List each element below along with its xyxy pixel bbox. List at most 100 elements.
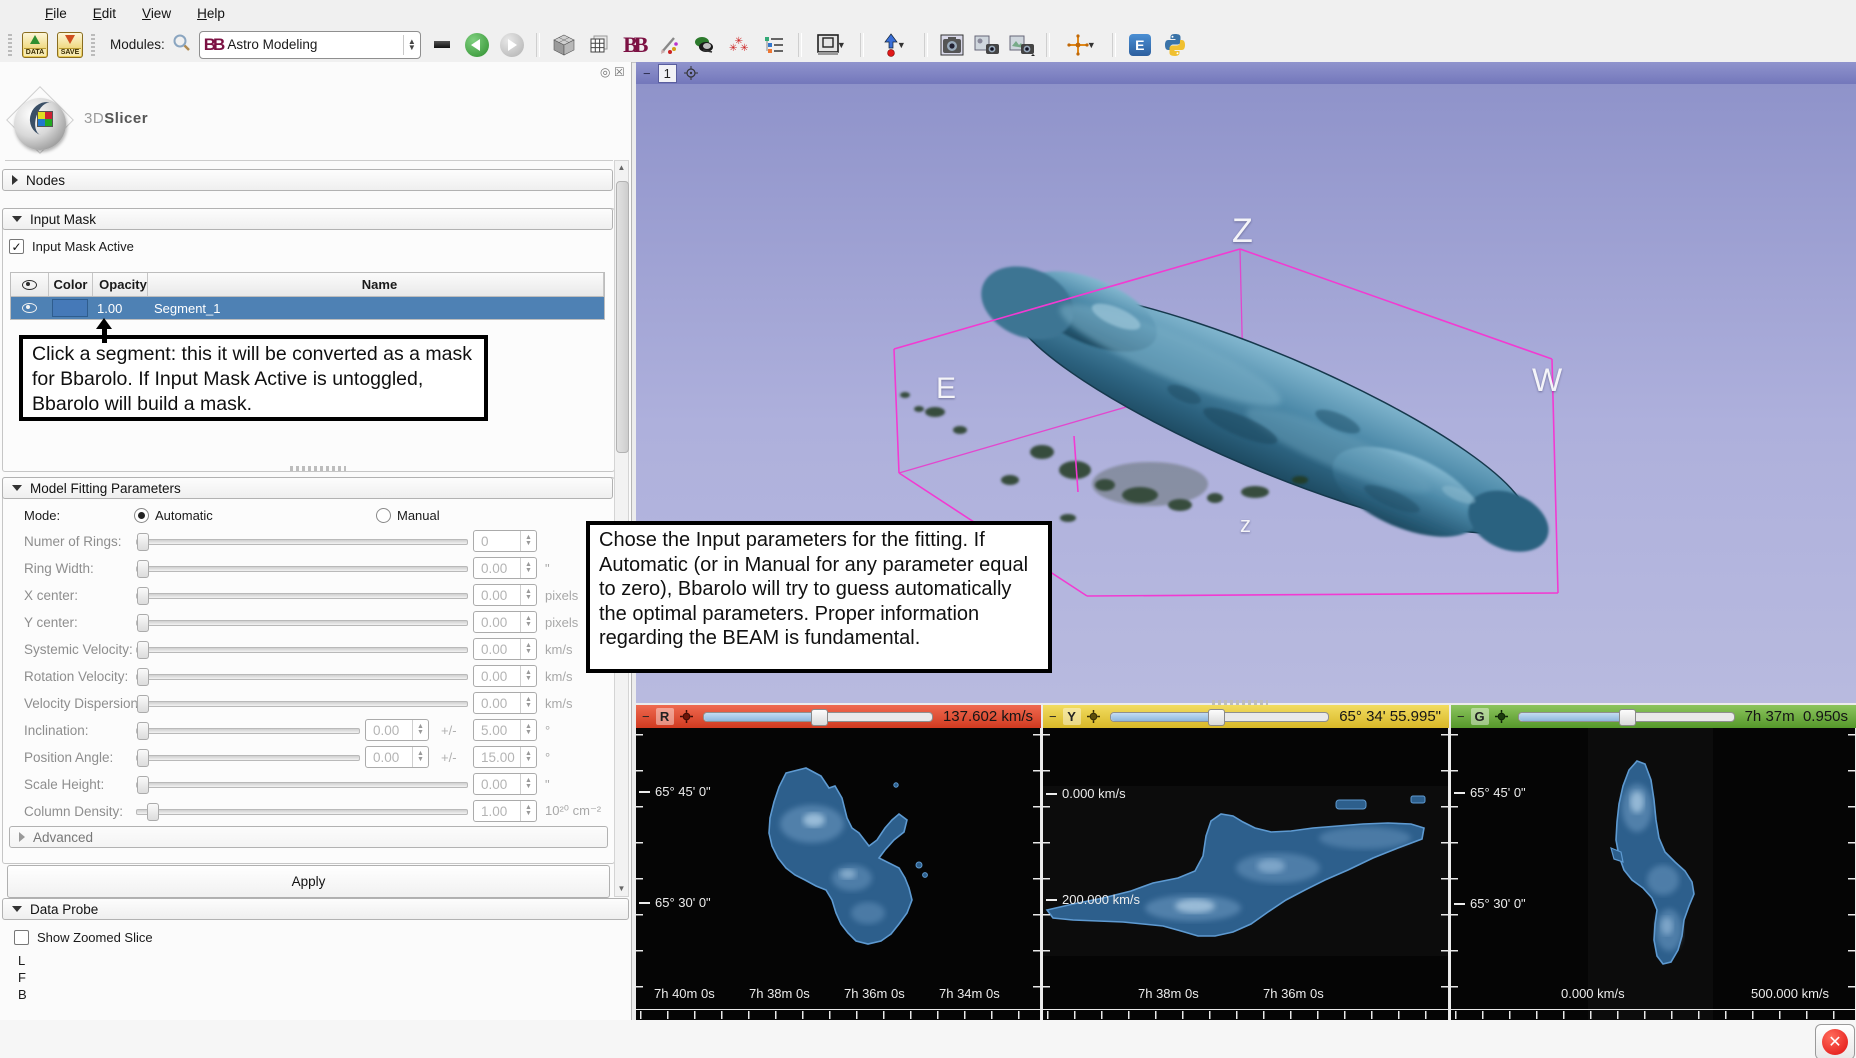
toolbar-drag-handle[interactable] <box>8 34 12 56</box>
module-search-icon[interactable] <box>172 33 192 56</box>
param-spinbox[interactable]: 5.00▲▼ <box>473 719 537 741</box>
module-back-button[interactable] <box>463 31 491 59</box>
save-data-button[interactable]: SAVE <box>56 31 84 59</box>
param-spinbox[interactable]: 0▲▼ <box>473 530 537 552</box>
slice-view-green[interactable]: − G 7h 37m 0.950s 65° 45' 0" 65 <box>1451 705 1856 1020</box>
extensions-manager-button[interactable]: E <box>1126 31 1154 59</box>
param-spinbox[interactable]: 0.00▲▼ <box>473 584 537 606</box>
param-slider[interactable] <box>136 755 360 761</box>
param-spinbox[interactable]: 0.00▲▼ <box>473 557 537 579</box>
slice-red-canvas[interactable]: 65° 45' 0" 65° 30' 0" 7h 40m 0s 7h 38m 0… <box>636 728 1041 1020</box>
slice-green-canvas[interactable]: 65° 45' 0" 65° 30' 0" 0.000 km/s 500.000… <box>1451 728 1856 1020</box>
view-pin-icon[interactable]: − <box>643 66 651 81</box>
slider-knob[interactable] <box>1208 709 1225 726</box>
param-slider[interactable] <box>136 647 468 653</box>
crosshair-button[interactable]: ▼ <box>1060 31 1102 59</box>
history-menu-button[interactable] <box>428 31 456 59</box>
scrollbar-thumb[interactable] <box>616 181 629 453</box>
color-column-header[interactable]: Color <box>49 273 93 296</box>
name-column-header[interactable]: Name <box>148 273 604 296</box>
param-slider[interactable] <box>136 566 468 572</box>
param-spinbox[interactable]: 0.00▲▼ <box>473 692 537 714</box>
view-pin-icon[interactable]: − <box>642 709 650 724</box>
param-spinbox[interactable]: 0.00▲▼ <box>473 638 537 660</box>
input-mask-section-header[interactable]: Input Mask <box>2 208 613 230</box>
param-slider[interactable] <box>136 728 360 734</box>
scroll-up-icon[interactable]: ▲ <box>615 161 628 175</box>
restore-scene-view-button[interactable] <box>1008 31 1036 59</box>
slider-knob[interactable] <box>811 709 828 726</box>
param-spinbox[interactable]: 0.00▲▼ <box>473 773 537 795</box>
slider-knob[interactable] <box>1619 709 1636 726</box>
param-slider[interactable] <box>136 674 468 680</box>
param-slider[interactable] <box>136 782 468 788</box>
apply-button[interactable]: Apply <box>7 865 610 898</box>
python-console-button[interactable] <box>1161 31 1189 59</box>
param-spinbox[interactable]: 0.00▲▼ <box>365 719 429 741</box>
slice-offset-slider[interactable] <box>703 712 933 722</box>
eye-icon[interactable] <box>22 303 37 313</box>
view-pin-icon[interactable]: − <box>1049 709 1057 724</box>
param-spinbox[interactable]: 15.00▲▼ <box>473 746 537 768</box>
param-slider[interactable] <box>136 593 468 599</box>
slice-yellow-canvas[interactable]: 0.000 km/s 200.000 km/s 7h 38m 0s 7h 36m… <box>1043 728 1449 1020</box>
model-fitting-section-header[interactable]: Model Fitting Parameters <box>2 477 613 499</box>
param-slider[interactable] <box>136 539 468 545</box>
view-crosshair-icon[interactable] <box>684 66 698 80</box>
scene-view-button[interactable] <box>973 31 1001 59</box>
close-button[interactable]: ✕ <box>1815 1024 1855 1058</box>
toolbar-drag-handle[interactable] <box>91 34 95 56</box>
input-mask-active-checkbox[interactable]: ✓ <box>9 239 24 254</box>
volume-rendering-button[interactable] <box>550 31 578 59</box>
menu-file[interactable]: File <box>34 2 78 25</box>
visibility-column-header[interactable] <box>11 273 49 296</box>
param-slider[interactable] <box>136 620 468 626</box>
module-selector[interactable]: BB Astro Modeling ▲▼ <box>199 31 421 59</box>
segmentation-display-button[interactable] <box>690 31 718 59</box>
segment-opacity-cell[interactable]: 1.00 <box>91 297 146 319</box>
place-markup-button[interactable]: ▼ <box>874 31 914 59</box>
param-slider[interactable] <box>136 701 468 707</box>
segment-color-swatch[interactable] <box>52 299 88 317</box>
markers-button[interactable]: ✳✳ ✳ <box>725 31 753 59</box>
advanced-section-header[interactable]: Advanced <box>9 826 608 848</box>
scroll-down-icon[interactable]: ▼ <box>615 882 628 896</box>
opacity-column-header[interactable]: Opacity <box>93 273 148 296</box>
module-forward-button[interactable] <box>498 31 526 59</box>
bbarolo-toolbar-button[interactable]: BB <box>620 31 648 59</box>
segment-name-cell[interactable]: Segment_1 <box>146 297 604 319</box>
menu-help[interactable]: Help <box>186 2 236 25</box>
module-selector-spinner[interactable]: ▲▼ <box>403 35 416 55</box>
segment-row[interactable]: 1.00 Segment_1 <box>11 297 604 319</box>
layout-selector-button[interactable]: ▼ <box>812 31 850 59</box>
mode-automatic-radio[interactable] <box>134 508 149 523</box>
slice-offset-slider[interactable] <box>1518 712 1735 722</box>
param-slider[interactable] <box>136 809 468 815</box>
slice-crosshair-icon[interactable] <box>680 710 693 723</box>
param-label: X center: <box>24 588 78 603</box>
slice-view-yellow[interactable]: − Y 65° 34' 55.995" 0.000 km/ <box>1043 705 1449 1020</box>
screenshot-button[interactable] <box>938 31 966 59</box>
slice-crosshair-icon[interactable] <box>1087 710 1100 723</box>
section-resize-grip[interactable] <box>290 466 346 471</box>
slice-view-red[interactable]: − R 137.602 km/s 65° 45' 0" <box>636 705 1041 1020</box>
param-spinbox[interactable]: 0.00▲▼ <box>473 665 537 687</box>
panel-pin-icon[interactable]: ◎ <box>600 65 610 79</box>
nodes-section-header[interactable]: Nodes <box>2 169 613 191</box>
show-zoomed-slice-checkbox[interactable] <box>14 930 29 945</box>
view-pin-icon[interactable]: − <box>1457 709 1465 724</box>
volumes-module-button[interactable] <box>585 31 613 59</box>
param-spinbox[interactable]: 1.00▲▼ <box>473 800 537 822</box>
param-spinbox[interactable]: 0.00▲▼ <box>473 611 537 633</box>
paint-editor-button[interactable] <box>655 31 683 59</box>
slice-crosshair-icon[interactable] <box>1495 710 1508 723</box>
load-data-button[interactable]: DATA <box>21 31 49 59</box>
menu-edit[interactable]: Edit <box>82 2 127 25</box>
subject-hierarchy-button[interactable] <box>760 31 788 59</box>
panel-close-icon[interactable]: ☒ <box>614 65 625 79</box>
param-spinbox[interactable]: 0.00▲▼ <box>365 746 429 768</box>
menu-view[interactable]: View <box>131 2 182 25</box>
slice-offset-slider[interactable] <box>1110 712 1330 722</box>
data-probe-section-header[interactable]: Data Probe <box>2 898 629 920</box>
mode-manual-radio[interactable] <box>376 508 391 523</box>
